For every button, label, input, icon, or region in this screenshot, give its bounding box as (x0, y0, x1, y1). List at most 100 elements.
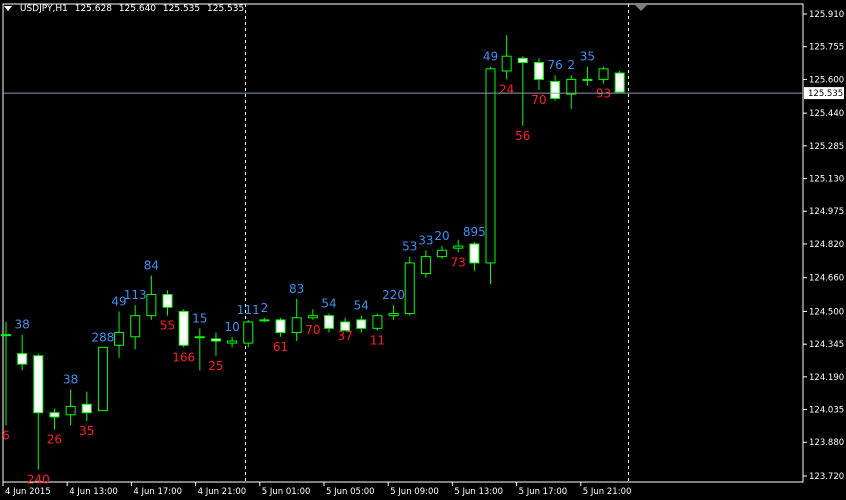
candle-annotation: 20 (434, 229, 449, 243)
candle-annotation: 288 (91, 330, 114, 344)
y-tick-label: 124.660 (809, 274, 844, 284)
y-tick-label: 123.720 (809, 472, 844, 482)
y-tick-label: 123.880 (809, 438, 844, 448)
candle-annotation: 15 (192, 311, 207, 325)
bear-candle-body (162, 294, 173, 308)
x-tick-label: 4 Jun 2015 (5, 487, 51, 497)
candle-annotation: 220 (382, 288, 405, 302)
x-tick-label: 5 Jun 17:00 (519, 487, 568, 497)
candle-annotation: 37 (338, 329, 353, 343)
candle-annotation: 56 (515, 129, 530, 143)
candle-annotation: 70 (305, 323, 320, 337)
bull-candle-body (501, 55, 512, 72)
bear-candle-body (469, 243, 480, 264)
x-tick-label: 4 Jun 13:00 (69, 487, 118, 497)
candle-annotation: 35 (79, 424, 94, 438)
bull-candle-body (194, 336, 205, 339)
bear-candle-body (210, 338, 221, 342)
bear-candle-body (81, 403, 92, 414)
bull-candle-body (243, 321, 254, 344)
candle-annotation: 55 (160, 319, 175, 333)
bull-candle-body (582, 78, 593, 81)
y-tick-label: 125.755 (809, 43, 844, 53)
y-tick-label: 124.820 (809, 240, 844, 250)
y-tick-label: 125.440 (809, 109, 844, 119)
bear-candle-body (533, 62, 544, 80)
bull-candle-body (65, 405, 76, 416)
y-tick-label: 124.035 (809, 406, 844, 416)
x-tick-label: 5 Jun 13:00 (454, 487, 503, 497)
candle-annotation: 73 (451, 255, 466, 269)
x-tick-label: 4 Jun 17:00 (133, 487, 182, 497)
candle-annotation: 166 (172, 350, 195, 364)
candle-annotation: 76 (547, 58, 562, 72)
candle-annotation: 24 (499, 82, 514, 96)
x-tick-label: 5 Jun 21:00 (583, 487, 632, 497)
y-tick-label: 125.285 (809, 142, 844, 152)
candle-annotation: 93 (596, 87, 611, 101)
y-tick-label: 125.910 (809, 10, 844, 20)
candle-annotation: 54 (321, 297, 336, 311)
candle-annotation: 54 (354, 299, 369, 313)
bull-candle-body (114, 332, 125, 346)
candle-annotation: 33 (418, 233, 433, 247)
candle-annotation: 895 (463, 225, 486, 239)
bull-candle-body (307, 315, 318, 319)
bull-candle-body (420, 256, 431, 274)
chart-shift-icon (635, 5, 647, 11)
bull-candle-body (227, 340, 238, 344)
candle-annotation: 70 (531, 93, 546, 107)
candle-annotation: 25 (208, 359, 223, 373)
bear-candle-body (324, 315, 334, 329)
bull-candle-body (1, 334, 11, 337)
candle-annotation: 83 (289, 282, 304, 296)
bear-candle-body (33, 355, 44, 414)
bear-candle-body (356, 319, 367, 329)
y-tick-label: 125.600 (809, 75, 844, 85)
y-tick-label: 125.130 (809, 175, 844, 185)
candle-annotation: 84 (144, 259, 159, 273)
bear-candle-body (550, 81, 561, 99)
candle-annotation: 35 (580, 50, 595, 64)
bull-candle-body (566, 78, 577, 95)
candle-annotation: 2 (261, 301, 269, 315)
bull-candle-body (146, 294, 157, 317)
x-tick-label: 4 Jun 21:00 (198, 487, 247, 497)
bull-candle-body (485, 68, 496, 264)
y-tick-label: 124.190 (809, 373, 844, 383)
bull-candle-body (130, 315, 141, 338)
bear-candle-body (614, 72, 625, 93)
current-price-label: 125.535 (808, 89, 843, 99)
x-tick-label: 5 Jun 01:00 (262, 487, 311, 497)
x-tick-label: 5 Jun 05:00 (326, 487, 375, 497)
x-tick-label: 5 Jun 09:00 (390, 487, 439, 497)
candle-annotation: 10 (224, 320, 239, 334)
y-tick-label: 124.345 (809, 340, 844, 350)
candle-annotation: 38 (15, 318, 30, 332)
candle-annotation: 11 (370, 333, 385, 347)
bull-candle-body (388, 313, 399, 317)
price-chart[interactable]: 125.910 125.755 125.600 125.440 125.285 125.1… (0, 0, 846, 500)
candle-annotation: 26 (47, 433, 62, 447)
bull-candle-body (437, 249, 448, 258)
bull-candle-body (453, 245, 464, 249)
bull-candle-body (404, 262, 415, 315)
bull-candle-body (291, 317, 302, 334)
bear-candle-body (17, 353, 28, 365)
candle-annotation: 111 (237, 303, 260, 317)
candle-annotation: 38 (63, 373, 78, 387)
y-tick-label: 124.975 (809, 207, 844, 217)
bear-candle-body (178, 310, 189, 346)
candle-annotation: 2 (567, 58, 575, 72)
bull-candle-body (97, 346, 108, 412)
bear-candle-body (275, 319, 286, 334)
candle-annotation: 49 (483, 50, 498, 64)
candle-annotation: 113 (124, 288, 147, 302)
bear-candle-body (49, 412, 60, 418)
candle-annotation: 240 (27, 473, 50, 487)
bear-candle-body (517, 57, 528, 64)
candle-annotation: 6 (2, 428, 10, 442)
bull-candle-body (259, 319, 270, 322)
y-tick-label: 124.500 (809, 307, 844, 317)
candle-annotation: 53 (402, 240, 417, 254)
